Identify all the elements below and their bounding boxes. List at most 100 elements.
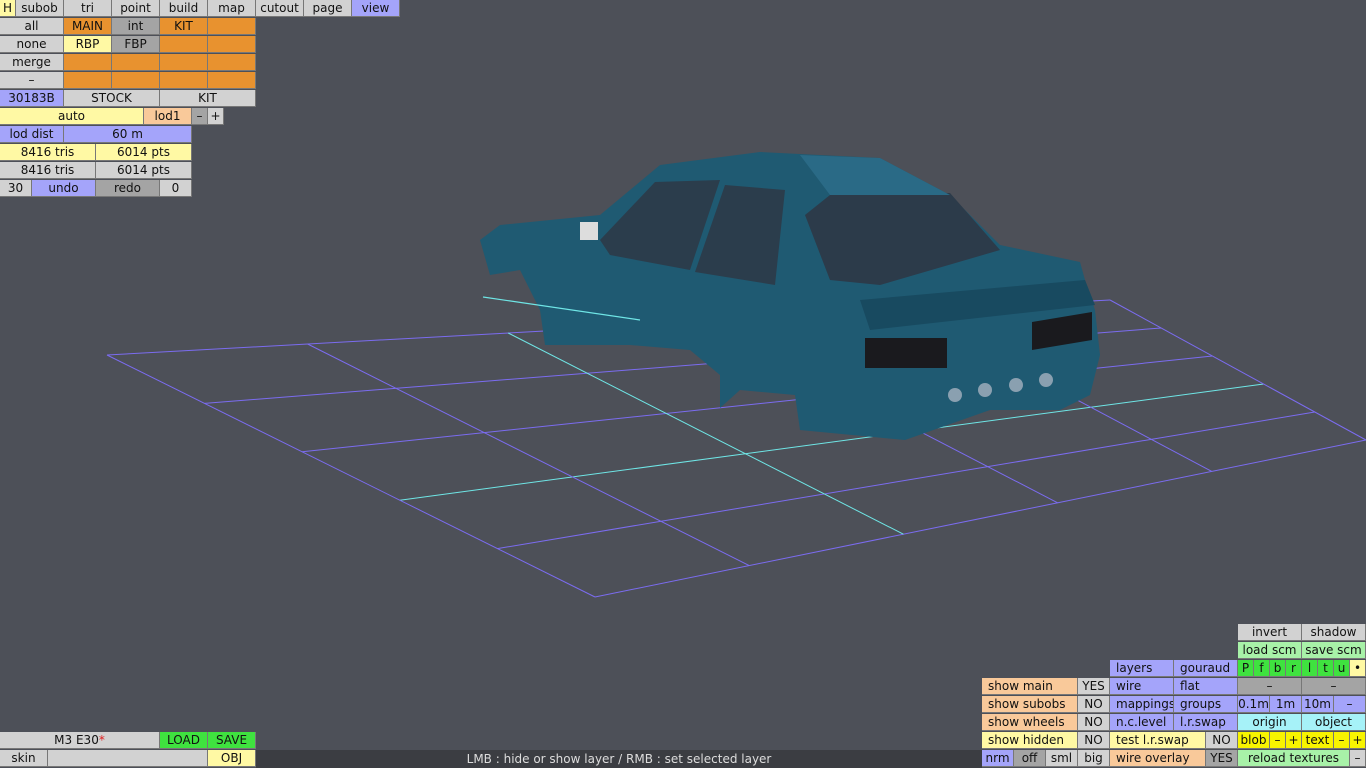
menu-cutout[interactable]: cutout [256, 0, 304, 17]
wire-overlay-value[interactable]: YES [1206, 750, 1238, 767]
view-t-button[interactable]: t [1318, 660, 1334, 677]
gouraud-button[interactable]: gouraud [1174, 660, 1238, 677]
show-toggle-value[interactable]: YES [1078, 678, 1110, 695]
skin-field[interactable] [48, 750, 208, 767]
menu-tri[interactable]: tri [64, 0, 112, 17]
view-dot-button[interactable]: • [1350, 660, 1366, 677]
layer-slot[interactable]: FBP [112, 36, 160, 53]
text-plus-button[interactable]: + [1350, 732, 1366, 749]
origin-button[interactable]: origin [1238, 714, 1302, 731]
blob-plus-button[interactable]: + [1286, 732, 1302, 749]
lod-dist-value[interactable]: 60 m [64, 126, 192, 143]
undo-count: 30 [0, 180, 32, 197]
show-toggle-value[interactable]: NO [1078, 714, 1110, 731]
layer-slot[interactable]: MAIN [64, 18, 112, 35]
dash-button[interactable]: – [1238, 678, 1302, 695]
view-b-button[interactable]: b [1270, 660, 1286, 677]
layer-slot[interactable] [112, 54, 160, 71]
lod-mode-button[interactable]: auto [0, 108, 144, 125]
test-lr-swap-value[interactable]: NO [1206, 732, 1238, 749]
menu-point[interactable]: point [112, 0, 160, 17]
kit-button[interactable]: KIT [160, 90, 256, 107]
layer-slot[interactable] [112, 72, 160, 89]
layer-slot[interactable] [208, 72, 256, 89]
layers-button[interactable]: layers [1110, 660, 1174, 677]
menu-build[interactable]: build [160, 0, 208, 17]
layer-slot[interactable]: KIT [160, 18, 208, 35]
size-mode-button[interactable]: nrm [982, 750, 1014, 767]
undo-button[interactable]: undo [32, 180, 96, 197]
layer-slot[interactable] [208, 36, 256, 53]
stock-button[interactable]: STOCK [64, 90, 160, 107]
model-id-button[interactable]: 30183B [0, 90, 64, 107]
show-toggle-label[interactable]: show hidden [982, 732, 1078, 749]
layer-slot[interactable] [160, 36, 208, 53]
lod-minus-button[interactable]: – [192, 108, 208, 125]
layer-action-2[interactable]: merge [0, 54, 64, 71]
size-mode-button[interactable]: off [1014, 750, 1046, 767]
layer-slot[interactable] [160, 54, 208, 71]
grid-line [106, 354, 596, 598]
flat-button[interactable]: flat [1174, 678, 1238, 695]
menu-map[interactable]: map [208, 0, 256, 17]
lod-level-button[interactable]: lod1 [144, 108, 192, 125]
view-r-button[interactable]: r [1286, 660, 1302, 677]
show-toggle-value[interactable]: NO [1078, 696, 1110, 713]
nc-level-button[interactable]: n.c.level [1110, 714, 1174, 731]
menu-view[interactable]: view [352, 0, 400, 17]
load-button[interactable]: LOAD [160, 732, 208, 749]
redo-count: 0 [160, 180, 192, 197]
menu-page[interactable]: page [304, 0, 352, 17]
wire-button[interactable]: wire [1110, 678, 1174, 695]
lr-swap-button[interactable]: l.r.swap [1174, 714, 1238, 731]
text-label: text [1302, 732, 1334, 749]
save-scm-button[interactable]: save scm [1302, 642, 1366, 659]
view-l-button[interactable]: l [1302, 660, 1318, 677]
grid-size-button[interactable]: 1m [1270, 696, 1302, 713]
lod-plus-button[interactable]: + [208, 108, 224, 125]
wire-overlay-button[interactable]: wire overlay [1110, 750, 1206, 767]
layer-slot[interactable] [160, 72, 208, 89]
layer-slot[interactable]: RBP [64, 36, 112, 53]
layer-slot[interactable] [64, 72, 112, 89]
menu-subob[interactable]: subob [16, 0, 64, 17]
mappings-button[interactable]: mappings [1110, 696, 1174, 713]
layer-slot[interactable] [64, 54, 112, 71]
text-minus-button[interactable]: – [1334, 732, 1350, 749]
object-button[interactable]: object [1302, 714, 1366, 731]
dash-button[interactable]: – [1302, 678, 1366, 695]
view-P-button[interactable]: P [1238, 660, 1254, 677]
invert-button[interactable]: invert [1238, 624, 1302, 641]
show-toggle-label[interactable]: show subobs [982, 696, 1078, 713]
layer-action-3[interactable]: – [0, 72, 64, 89]
grid-size-button[interactable]: – [1334, 696, 1366, 713]
show-toggle-value[interactable]: NO [1078, 732, 1110, 749]
grid-size-button[interactable]: 10m [1302, 696, 1334, 713]
view-u-button[interactable]: u [1334, 660, 1350, 677]
model-name-field[interactable]: M3 E30* [0, 732, 160, 749]
modified-marker: * [98, 733, 105, 747]
show-toggle-label[interactable]: show main [982, 678, 1078, 695]
redo-button[interactable]: redo [96, 180, 160, 197]
save-button[interactable]: SAVE [208, 732, 256, 749]
size-mode-button[interactable]: big [1078, 750, 1110, 767]
layer-action-0[interactable]: all [0, 18, 64, 35]
shadow-button[interactable]: shadow [1302, 624, 1366, 641]
reload-minus-button[interactable]: – [1350, 750, 1366, 767]
reload-textures-button[interactable]: reload textures [1238, 750, 1350, 767]
groups-button[interactable]: groups [1174, 696, 1238, 713]
view-f-button[interactable]: f [1254, 660, 1270, 677]
show-toggle-label[interactable]: show wheels [982, 714, 1078, 731]
blob-label: blob [1238, 732, 1270, 749]
blob-minus-button[interactable]: – [1270, 732, 1286, 749]
layer-slot[interactable] [208, 18, 256, 35]
obj-button[interactable]: OBJ [208, 750, 256, 767]
test-lr-swap-button[interactable]: test l.r.swap [1110, 732, 1206, 749]
layer-slot[interactable] [208, 54, 256, 71]
menu-h[interactable]: H [0, 0, 16, 17]
layer-action-1[interactable]: none [0, 36, 64, 53]
layer-slot[interactable]: int [112, 18, 160, 35]
grid-size-button[interactable]: 0.1m [1238, 696, 1270, 713]
load-scm-button[interactable]: load scm [1238, 642, 1302, 659]
size-mode-button[interactable]: sml [1046, 750, 1078, 767]
